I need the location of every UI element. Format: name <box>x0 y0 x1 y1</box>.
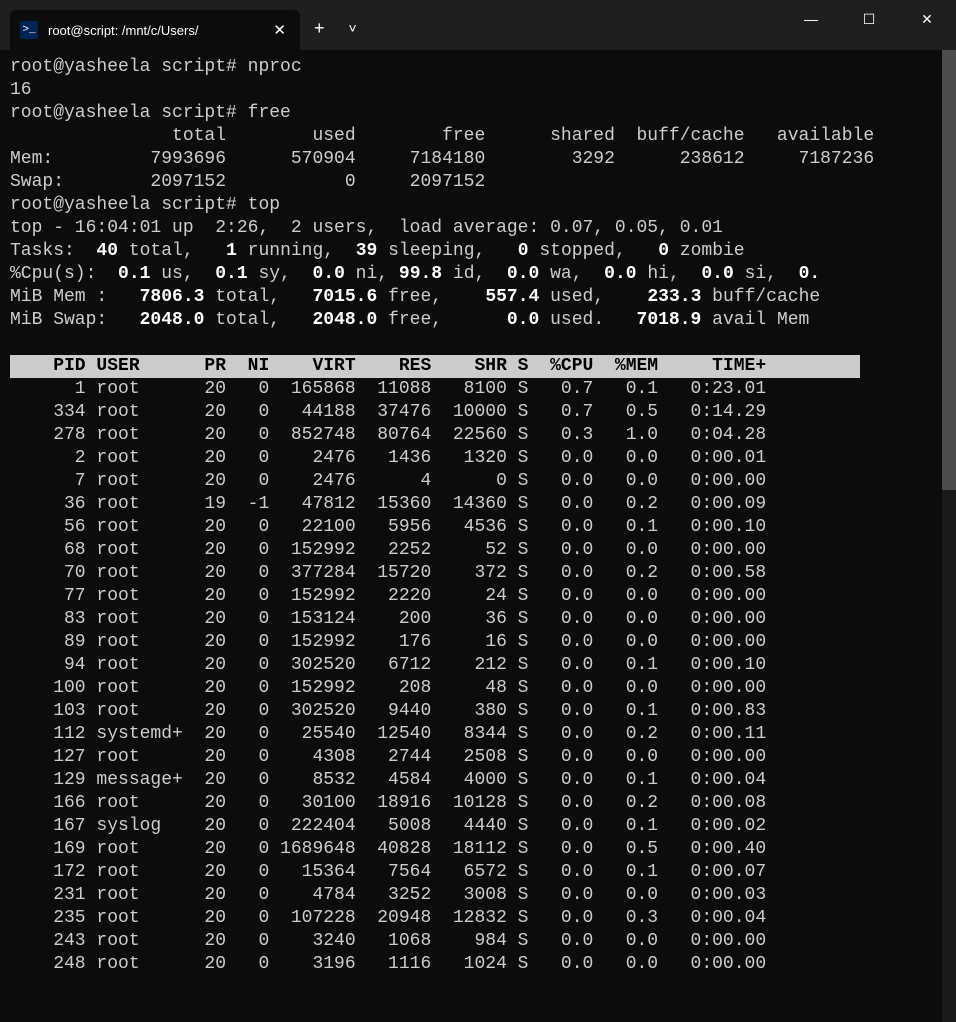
process-list: 1 root 20 0 165868 11088 8100 S 0.7 0.1 … <box>10 379 766 974</box>
minimize-button[interactable]: — <box>782 0 840 38</box>
scrollbar-thumb[interactable] <box>942 50 956 490</box>
terminal-output[interactable]: root@yasheela script# nproc 16 root@yash… <box>0 50 956 982</box>
mem-line: MiB Mem : 7806.3 total, 7015.6 free, 557… <box>10 287 820 307</box>
window-controls: — ☐ ✕ <box>782 0 956 50</box>
free-mem-row: Mem: 7993696 570904 7184180 3292 238612 … <box>10 149 874 169</box>
prompt: root@yasheela script# <box>10 57 237 77</box>
close-tab-button[interactable]: ✕ <box>269 21 290 39</box>
tab-active[interactable]: >_ root@script: /mnt/c/Users/ ✕ <box>10 10 300 50</box>
scrollbar-vertical[interactable] <box>942 50 956 1022</box>
command-nproc: nproc <box>248 57 302 77</box>
swap-line: MiB Swap: 2048.0 total, 2048.0 free, 0.0… <box>10 310 809 330</box>
close-window-button[interactable]: ✕ <box>898 0 956 38</box>
powershell-icon: >_ <box>20 21 38 39</box>
tab-title: root@script: /mnt/c/Users/ <box>48 23 269 38</box>
titlebar: >_ root@script: /mnt/c/Users/ ✕ + ˅ — ☐ … <box>0 0 956 50</box>
new-tab-button[interactable]: + <box>300 18 339 39</box>
cpu-line: %Cpu(s): 0.1 us, 0.1 sy, 0.0 ni, 99.8 id… <box>10 264 820 284</box>
tasks-line: Tasks: 40 total, 1 running, 39 sleeping,… <box>10 241 745 261</box>
command-top: top <box>248 195 280 215</box>
command-free: free <box>248 103 291 123</box>
top-summary-line: top - 16:04:01 up 2:26, 2 users, load av… <box>10 218 723 238</box>
free-swap-row: Swap: 2097152 0 2097152 <box>10 172 485 192</box>
nproc-output: 16 <box>10 80 32 100</box>
free-header: total used free shared buff/cache availa… <box>10 126 874 146</box>
maximize-button[interactable]: ☐ <box>840 0 898 38</box>
process-header-row: PID USER PR NI VIRT RES SHR S %CPU %MEM … <box>10 355 860 378</box>
tab-dropdown-button[interactable]: ˅ <box>339 20 367 36</box>
prompt: root@yasheela script# <box>10 103 237 123</box>
prompt: root@yasheela script# <box>10 195 237 215</box>
